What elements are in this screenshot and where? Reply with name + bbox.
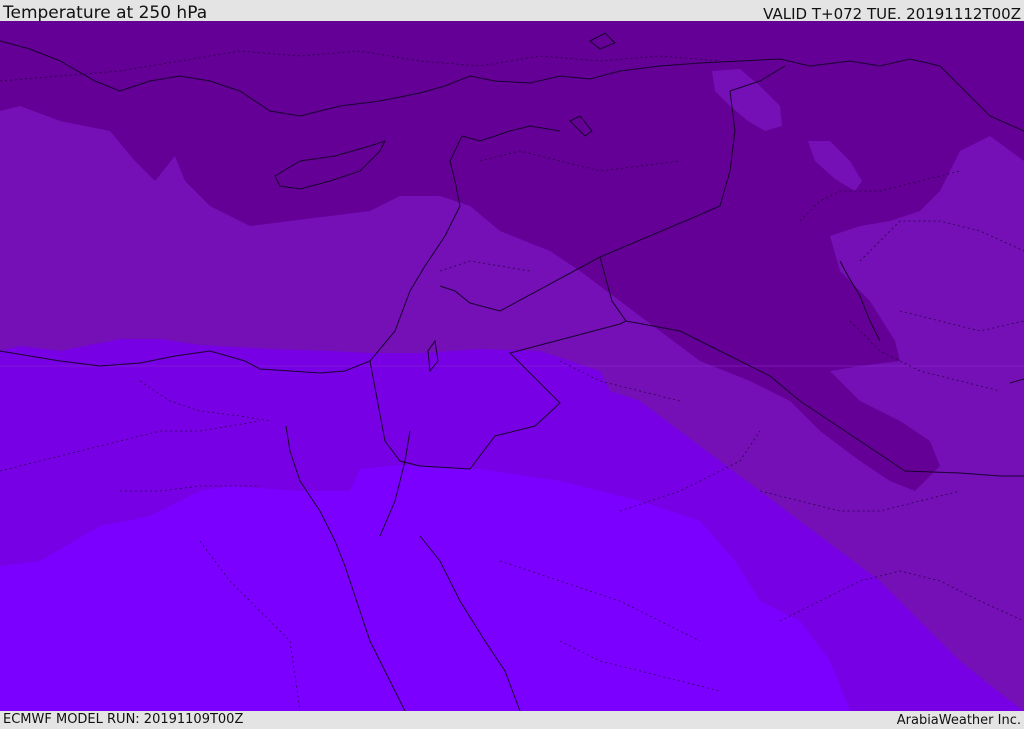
map-title: Temperature at 250 hPa <box>3 3 208 23</box>
credit-label: ArabiaWeather Inc. <box>896 713 1021 728</box>
header-bar: Temperature at 250 hPa VALID T+072 TUE. … <box>0 0 1024 23</box>
model-run-label: ECMWF MODEL RUN: 20191109T00Z <box>3 712 244 727</box>
footer-bar: ECMWF MODEL RUN: 20191109T00Z ArabiaWeat… <box>0 711 1024 729</box>
weather-map[interactable] <box>0 21 1024 711</box>
temperature-map-svg <box>0 21 1024 711</box>
